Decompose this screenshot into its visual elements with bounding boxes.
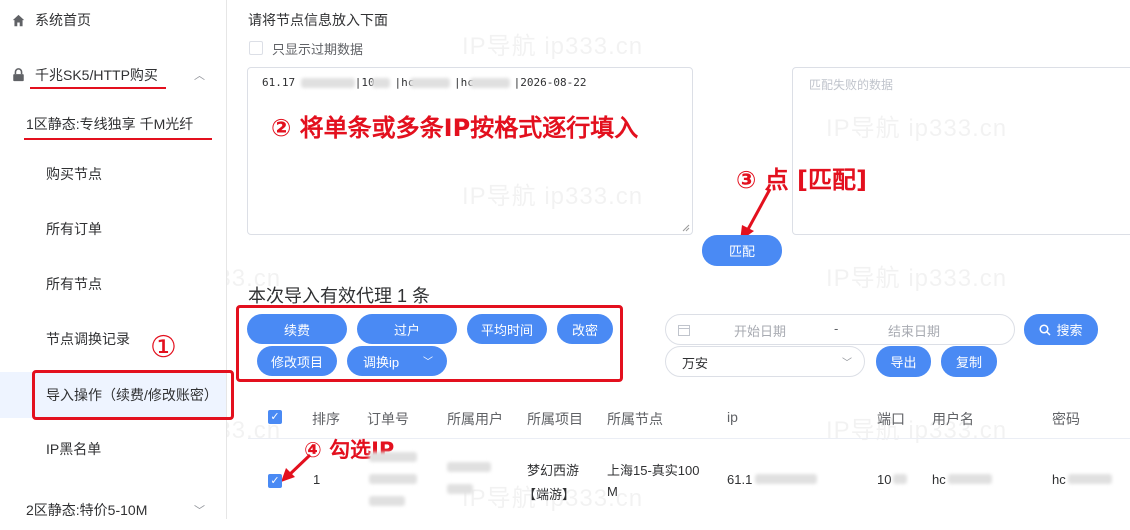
blurred-order-number: [369, 496, 405, 506]
sidebar-item-label: 所有节点: [46, 276, 102, 292]
blurred-ip: [755, 474, 817, 484]
blurred-text: [410, 78, 450, 88]
sidebar-item-label: 节点调换记录: [46, 331, 130, 347]
col-header-password: 密码: [1052, 411, 1080, 427]
cell-port: 10: [877, 472, 892, 487]
table-row[interactable]: ✓ 1 梦幻西游 【端游】 上海15-真实100 M 61.1 10 hc hc: [248, 438, 1130, 519]
search-label: 搜索: [1056, 323, 1083, 338]
col-header-index: 排序: [312, 411, 340, 427]
col-header-node: 所属节点: [607, 411, 663, 427]
nav-subgroup-label: 2区静态:特价5-10M: [26, 502, 148, 518]
blurred-text: [301, 78, 355, 88]
section-label: 请将节点信息放入下面: [248, 12, 388, 28]
chevron-down-icon: ﹀: [842, 358, 852, 369]
nav-group-label: 千兆SK5/HTTP购买: [35, 67, 158, 83]
blurred-port: [893, 474, 907, 484]
sidebar-item-node-swap-log[interactable]: 节点调换记录: [0, 319, 226, 359]
col-header-username: 用户名: [932, 411, 974, 427]
chevron-down-icon: ﹀: [194, 505, 205, 517]
annotation-box-actions: [236, 305, 623, 382]
export-button[interactable]: 导出: [876, 346, 931, 377]
resize-handle-icon: [682, 224, 690, 232]
blurred-order-number: [369, 474, 417, 484]
nav-group-sk5-http[interactable]: 千兆SK5/HTTP购买: [0, 55, 226, 95]
cell-node-line2: M: [607, 484, 618, 499]
cell-node-line1: 上海15-真实100: [607, 463, 700, 478]
only-expired-checkbox[interactable]: [249, 41, 263, 55]
select-all-checkbox[interactable]: ✓: [268, 410, 282, 424]
only-expired-label: 只显示过期数据: [272, 42, 364, 57]
copy-button[interactable]: 复制: [941, 346, 997, 377]
blurred-user: [447, 484, 473, 494]
cell-index: 1: [313, 472, 321, 487]
sidebar-item-all-orders[interactable]: 所有订单: [0, 209, 226, 249]
cell-username: hc: [932, 472, 946, 487]
blurred-username: [948, 474, 992, 484]
region-select-value: 万安: [682, 356, 709, 371]
sidebar-item-label: 购买节点: [46, 166, 102, 182]
cell-ip: 61.1: [727, 472, 753, 487]
nav-subgroup-zone2[interactable]: 2区静态:特价5-10M: [0, 490, 226, 530]
failed-data-textarea[interactable]: 匹配失败的数据: [792, 67, 1130, 235]
cell-project-line1: 梦幻西游: [527, 463, 580, 478]
blurred-user: [447, 462, 491, 472]
annotation-underline: [24, 138, 212, 140]
col-header-order: 订单号: [367, 411, 409, 427]
cell-project-line2: 【端游】: [523, 487, 576, 502]
blurred-order-number: [369, 452, 417, 462]
end-date-placeholder[interactable]: 结束日期: [888, 321, 940, 340]
home-icon: [12, 14, 25, 26]
import-textarea[interactable]: 61.17 |10 |hc |hc |2026-08-22: [247, 67, 693, 235]
blurred-text: [470, 78, 510, 88]
chevron-up-icon: ︿: [194, 70, 205, 82]
sidebar-item-label: IP黑名单: [46, 441, 102, 457]
lock-icon: [13, 68, 24, 82]
annotation-underline: [30, 87, 166, 89]
nav-subgroup-label: 1区静态:专线独享 千M光纤: [26, 116, 194, 132]
annotation-box-import: [32, 370, 234, 420]
watermark: IP导航 ip333.cn: [826, 265, 1008, 292]
blurred-password: [1068, 474, 1112, 484]
nav-home[interactable]: 系统首页: [0, 0, 226, 40]
nav-home-label: 系统首页: [35, 12, 91, 28]
sidebar: 系统首页 千兆SK5/HTTP购买 ︿ 1区静态:专线独享 千M光纤 购买节点 …: [0, 0, 234, 519]
match-button[interactable]: 匹配: [702, 235, 782, 266]
search-button[interactable]: 搜索: [1024, 314, 1098, 345]
sidebar-item-label: 所有订单: [46, 221, 102, 237]
date-range-picker[interactable]: 开始日期 - 结束日期: [665, 314, 1015, 345]
date-separator: -: [834, 321, 839, 336]
sidebar-item-ip-blacklist[interactable]: IP黑名单: [0, 429, 226, 469]
blurred-text: [372, 78, 390, 88]
row-checkbox[interactable]: ✓: [268, 474, 282, 488]
annotation-step-1: ①: [150, 330, 177, 365]
sidebar-item-all-nodes[interactable]: 所有节点: [0, 264, 226, 304]
search-icon: [1039, 323, 1052, 336]
col-header-user: 所属用户: [447, 411, 503, 427]
region-select[interactable]: 万安 ﹀: [665, 346, 865, 377]
calendar-icon: [678, 325, 690, 336]
watermark: IP导航 ip333.cn: [462, 33, 644, 60]
sidebar-item-buy-node[interactable]: 购买节点: [0, 154, 226, 194]
cell-password: hc: [1052, 472, 1066, 487]
col-header-ip: ip: [727, 409, 738, 425]
col-header-port: 端口: [877, 411, 905, 427]
annotation-step-2: ② 将单条或多条IP按格式逐行填入: [271, 114, 639, 142]
col-header-project: 所属项目: [527, 411, 583, 427]
start-date-placeholder[interactable]: 开始日期: [734, 321, 786, 340]
failed-data-placeholder: 匹配失败的数据: [809, 78, 894, 92]
